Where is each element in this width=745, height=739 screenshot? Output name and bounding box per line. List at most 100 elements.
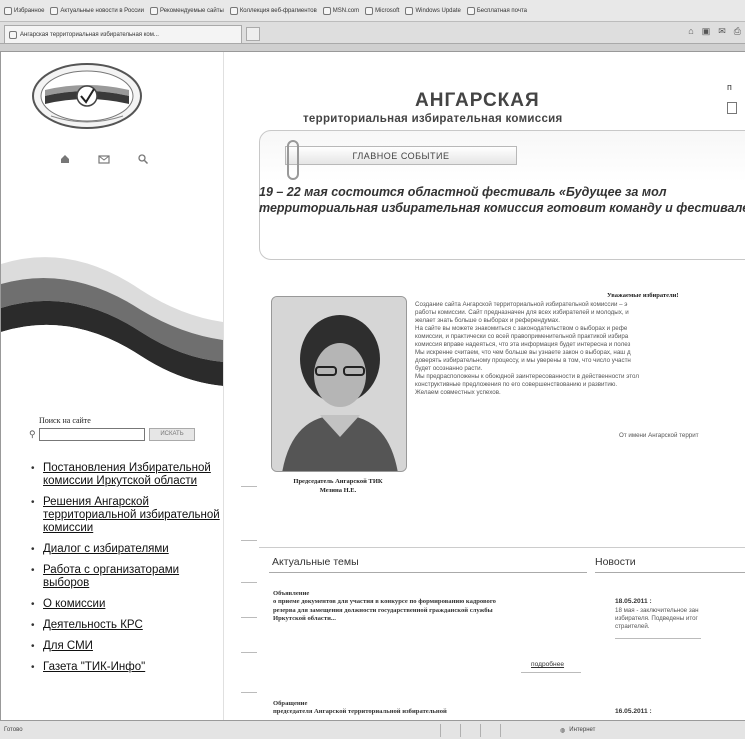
greeting-line: работы комиссии. Сайт предназначен для в… <box>415 309 629 316</box>
search-button[interactable]: ИСКАТЬ <box>149 428 195 441</box>
status-bar: Готово ◍ Интернет <box>0 720 745 739</box>
fav-link-recommended[interactable]: Рекомендуемые сайты <box>149 6 224 15</box>
fav-link-microsoft[interactable]: Microsoft <box>365 6 400 15</box>
topics-heading: Актуальные темы <box>272 556 359 568</box>
page-icon <box>322 6 331 15</box>
command-bar: ⌂ ▣ ✉ ⎙ <box>688 26 741 37</box>
nav-item-resolutions[interactable]: Постановления Избирательной комиссии Ирк… <box>31 462 221 488</box>
greeting-line: желает знать больше о выборах и референд… <box>415 317 560 324</box>
gutter-mark <box>241 652 257 653</box>
news-item-text[interactable]: 18 мая - заключительное зан избирателя. … <box>615 607 745 631</box>
toolbar-edge <box>0 44 745 52</box>
topics-underline <box>269 572 587 573</box>
caption-line: Мезина Н.Е. <box>319 487 357 494</box>
fav-link-label: Рекомендуемые сайты <box>159 7 224 14</box>
status-cell <box>440 723 460 737</box>
mail-icon[interactable]: ✉ <box>718 26 726 37</box>
news-line: избирателя. Подведены итог <box>615 615 698 622</box>
page-icon <box>149 6 158 15</box>
gutter-mark <box>241 692 257 693</box>
nav-item-decisions[interactable]: Решения Ангарской территориальной избира… <box>31 496 221 535</box>
status-cell <box>500 723 520 737</box>
security-zone[interactable]: ◍ Интернет <box>560 727 595 734</box>
sidebar-nav: Постановления Избирательной комиссии Ирк… <box>31 462 221 682</box>
nav-item-organizers[interactable]: Работа с организаторами выборов <box>31 564 221 590</box>
chairperson-caption: Председатель Ангарской ТИК Мезина Н.Е. <box>263 477 413 495</box>
favorites-label: Избранное <box>14 7 45 14</box>
fav-link-mail[interactable]: Бесплатная почта <box>466 6 527 15</box>
nav-item-krs[interactable]: Деятельность КРС <box>31 619 221 632</box>
fav-link-label: MSN.com <box>332 7 360 14</box>
print-icon[interactable]: ⎙ <box>734 26 741 37</box>
feeds-icon[interactable]: ▣ <box>702 26 711 37</box>
home-icon[interactable] <box>59 152 71 164</box>
greeting-line: конструктивные предложения по его соверш… <box>415 381 618 388</box>
globe-icon: ◍ <box>560 727 566 734</box>
gutter-mark <box>241 486 257 487</box>
greeting-signature: От имени Ангарской террит <box>619 432 699 439</box>
zone-label: Интернет <box>569 727 596 733</box>
fav-link-label: Коллекция веб-фрагментов <box>239 7 317 14</box>
fav-link-msn[interactable]: MSN.com <box>322 6 360 15</box>
tab-active[interactable]: Ангарская территориальная избирательная … <box>4 25 242 43</box>
favorites-bar: Избранное Актуальные новости в России Ре… <box>0 0 745 22</box>
greeting-line: комиссия вправе надеяться, что эта инфор… <box>415 341 631 348</box>
search-input[interactable] <box>39 428 145 441</box>
topic-separator <box>521 672 581 673</box>
topic-item[interactable]: Обращение председателя Ангарской террито… <box>273 700 573 717</box>
search-icon[interactable] <box>137 152 149 165</box>
nav-item-about[interactable]: О комиссии <box>31 598 221 611</box>
sidebar: Поиск на сайте ⚲ ИСКАТЬ Постановления Из… <box>1 52 223 720</box>
topic-more-link[interactable]: подробнее <box>531 661 564 668</box>
main-event-tab[interactable]: ГЛАВНОЕ СОБЫТИЕ <box>285 146 517 165</box>
site-title: АНГАРСКАЯ <box>415 90 540 111</box>
main-event-text[interactable]: 19 – 22 мая состоится областной фестивал… <box>259 184 745 216</box>
nav-item-media[interactable]: Для СМИ <box>31 640 221 653</box>
news-line: страителей. <box>615 623 650 630</box>
mail-icon[interactable] <box>98 152 110 164</box>
site-subtitle: территориальная избирательная комиссия <box>303 113 563 125</box>
news-date[interactable]: 16.05.2011 : <box>615 708 652 715</box>
news-separator <box>615 638 701 639</box>
topic-line: о приеме документов для участия в конкур… <box>273 598 496 606</box>
greeting-line: будет осознанно расти. <box>415 365 483 372</box>
fav-link-label: Актуальные новости в России <box>60 7 144 14</box>
status-cell <box>460 723 480 737</box>
star-icon <box>4 6 12 15</box>
favorites-button[interactable]: Избранное <box>4 6 45 15</box>
home-icon[interactable]: ⌂ <box>688 26 693 37</box>
topic-line: председателя Ангарской территориальной и… <box>273 708 447 716</box>
fav-link-label: Бесплатная почта <box>476 7 527 14</box>
nav-item-newspaper[interactable]: Газета "ТИК-Инфо" <box>31 661 221 674</box>
greeting-line: Мы предрасположены к обоюдной заинтересо… <box>415 373 639 380</box>
topic-line: Объявление <box>273 590 310 597</box>
page-icon <box>229 6 238 15</box>
news-date[interactable]: 18.05.2011 : <box>615 598 652 605</box>
tab-title: Ангарская территориальная избирательная … <box>20 31 159 38</box>
new-tab-button[interactable] <box>246 27 260 41</box>
topic-line: резерва для замещения должности государс… <box>273 606 493 614</box>
gutter-mark <box>241 582 257 583</box>
news-heading: Новости <box>595 556 636 568</box>
news-underline <box>595 572 745 573</box>
tab-bar: Ангарская территориальная избирательная … <box>0 22 745 44</box>
topic-line: Обращение <box>273 700 308 707</box>
page-icon <box>466 6 475 15</box>
web-page: Поиск на сайте ⚲ ИСКАТЬ Постановления Из… <box>0 52 745 720</box>
column-divider <box>223 52 224 720</box>
greeting-title: Уважаемые избиратели! <box>607 292 679 299</box>
fav-link-label: Microsoft <box>375 7 400 14</box>
page-icon <box>405 6 414 15</box>
caption-line: Председатель Ангарской ТИК <box>293 478 383 485</box>
fav-link-windows-update[interactable]: Windows Update <box>405 6 461 15</box>
nav-item-dialogue[interactable]: Диалог с избирателями <box>31 543 221 556</box>
greeting-line: Создание сайта Ангарской территориальной… <box>415 301 628 308</box>
search-icon: ⚲ <box>29 429 36 439</box>
top-right-field[interactable] <box>727 102 737 114</box>
commission-logo <box>32 63 142 129</box>
news-line: 18 мая - заключительное зан <box>615 607 699 614</box>
fav-link-news[interactable]: Актуальные новости в России <box>50 6 144 15</box>
topic-item[interactable]: Объявление о приеме документов для участ… <box>273 590 573 623</box>
fav-link-webslices[interactable]: Коллекция веб-фрагментов <box>229 6 317 15</box>
page-icon <box>50 6 59 15</box>
